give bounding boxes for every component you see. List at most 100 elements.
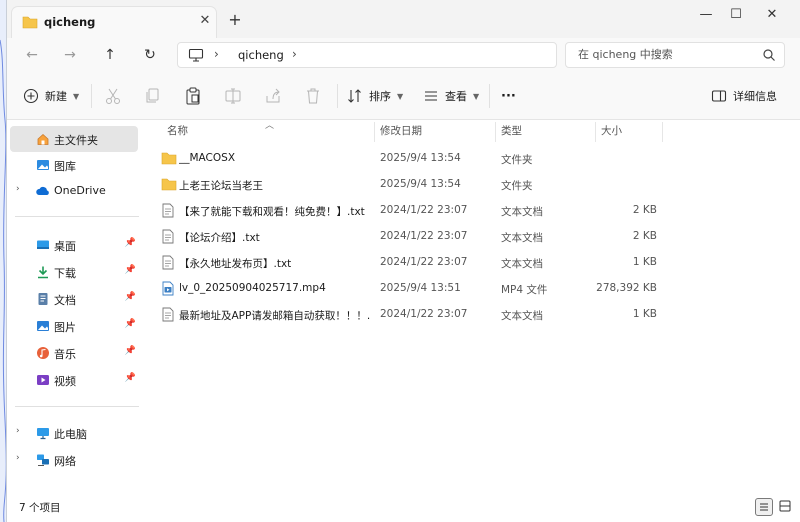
details-view-icon [760,503,768,511]
column-divider[interactable] [495,122,496,142]
paste-icon[interactable] [183,86,203,106]
file-date: 2024/1/22 23:07 [380,256,468,268]
column-divider[interactable] [595,122,596,142]
folder-icon [161,152,177,165]
maximize-button[interactable]: ☐ [721,4,751,26]
desktop-icon [37,240,49,249]
file-row[interactable]: lv_0_20250904025717.mp4 2025/9/4 13:51 M… [153,275,673,301]
pin-icon[interactable]: 📌 [125,265,136,275]
chevron-right-icon[interactable]: › [16,184,26,194]
sidebar-item-home[interactable]: 主文件夹 [10,126,138,152]
text-file-icon [162,307,174,322]
file-date: 2024/1/22 23:07 [380,204,468,216]
up-button[interactable]: ↑ [99,45,121,65]
back-button[interactable]: ← [21,45,43,65]
home-icon [37,133,49,145]
text-file-icon [162,255,174,270]
gallery-icon [37,160,49,170]
copy-icon[interactable] [143,86,163,106]
file-name: 上老王论坛当老王 [179,180,263,192]
pin-icon[interactable]: 📌 [125,319,136,329]
file-date: 2025/9/4 13:51 [380,282,461,294]
details-view-button[interactable] [755,498,773,516]
view-button[interactable]: 查看 ▼ [423,82,479,110]
tab-close-icon[interactable]: ✕ [196,12,214,30]
breadcrumb-chevron-icon[interactable]: › [214,47,219,61]
new-tab-button[interactable]: + [225,10,245,30]
pin-icon[interactable]: 📌 [125,292,136,302]
cut-icon[interactable] [103,86,123,106]
column-header-name[interactable]: 名称 [167,120,188,144]
file-size: 2 KB [632,204,657,216]
column-divider[interactable] [374,122,375,142]
sort-button[interactable]: 排序 ▼ [347,82,403,110]
file-type: 文件夹 [501,154,533,166]
column-divider[interactable] [662,122,663,142]
sidebar-item-gallery[interactable]: 图库 [10,152,138,178]
file-size: 1 KB [632,256,657,268]
sidebar-item-label: 桌面 [54,240,76,253]
rename-icon[interactable] [223,86,243,106]
delete-icon[interactable] [303,86,323,106]
sidebar-item-music[interactable]: 音乐 📌 [10,340,138,366]
sidebar-item-this-pc[interactable]: › 此电脑 [10,420,138,446]
sidebar-item-label: OneDrive [54,184,106,197]
address-bar[interactable]: › qicheng › [177,42,557,68]
more-options-button[interactable]: ··· [501,82,516,110]
pin-icon[interactable]: 📌 [125,373,136,383]
file-type: 文本文档 [501,258,543,270]
file-row[interactable]: 【来了就能下载和观看！纯免费！】.txt 2024/1/22 23:07 文本文… [153,197,673,223]
sidebar-item-documents[interactable]: 文档 📌 [10,286,138,312]
tiles-view-button[interactable] [777,498,795,516]
file-name: 【论坛介绍】.txt [179,232,260,244]
file-date: 2025/9/4 13:54 [380,178,461,190]
details-label: 详细信息 [733,90,777,103]
file-type: 文本文档 [501,310,543,322]
search-icon [763,49,775,61]
sidebar-item-desktop[interactable]: 桌面 📌 [10,232,138,258]
sidebar-item-onedrive[interactable]: › OneDrive [10,178,138,204]
view-label: 查看 [445,90,467,103]
file-size: 278,392 KB [596,282,657,294]
chevron-right-icon[interactable]: › [16,453,26,463]
share-icon[interactable] [263,86,283,106]
chevron-down-icon: ▼ [473,91,480,101]
sidebar-item-downloads[interactable]: 下载 📌 [10,259,138,285]
close-window-button[interactable]: ✕ [757,4,787,26]
file-row[interactable]: 最新地址及APP请发邮箱自动获取！！！.... 2024/1/22 23:07 … [153,301,673,327]
sidebar-item-network[interactable]: › 网络 [10,447,138,473]
sidebar-item-pictures[interactable]: 图片 📌 [10,313,138,339]
pin-icon[interactable]: 📌 [125,238,136,248]
file-name: 最新地址及APP请发邮箱自动获取！！！.... [179,310,371,322]
chevron-down-icon: ▼ [73,91,80,101]
refresh-button[interactable]: ↻ [139,45,161,65]
file-row[interactable]: 【永久地址发布页】.txt 2024/1/22 23:07 文本文档 1 KB [153,249,673,275]
divider [337,84,338,108]
search-box[interactable] [565,42,785,68]
pin-icon[interactable]: 📌 [125,346,136,356]
forward-button[interactable]: → [59,45,81,65]
details-pane-button[interactable]: 详细信息 [711,82,777,110]
text-file-icon [162,203,174,218]
file-type: 文件夹 [501,180,533,192]
sidebar-item-videos[interactable]: 视频 📌 [10,367,138,393]
tab-qicheng[interactable]: qicheng ✕ [12,7,216,38]
new-button[interactable]: 新建 ▼ [23,82,79,110]
file-name: lv_0_20250904025717.mp4 [179,282,326,294]
breadcrumb-chevron-icon[interactable]: › [292,47,297,61]
music-icon [37,347,49,359]
file-type: 文本文档 [501,206,543,218]
tiles-view-icon [779,500,791,512]
column-header-date[interactable]: 修改日期 [380,120,422,144]
breadcrumb-qicheng[interactable]: qicheng [238,48,284,62]
divider [91,84,92,108]
file-row[interactable]: 上老王论坛当老王 2025/9/4 13:54 文件夹 [153,171,673,197]
chevron-right-icon[interactable]: › [16,426,26,436]
column-header-size[interactable]: 大小 [601,120,622,144]
minimize-button[interactable]: — [691,4,721,26]
file-row[interactable]: 【论坛介绍】.txt 2024/1/22 23:07 文本文档 2 KB [153,223,673,249]
search-input[interactable] [576,47,760,62]
file-type: 文本文档 [501,232,543,244]
column-header-type[interactable]: 类型 [501,120,522,144]
file-row[interactable]: __MACOSX 2025/9/4 13:54 文件夹 [153,145,673,171]
